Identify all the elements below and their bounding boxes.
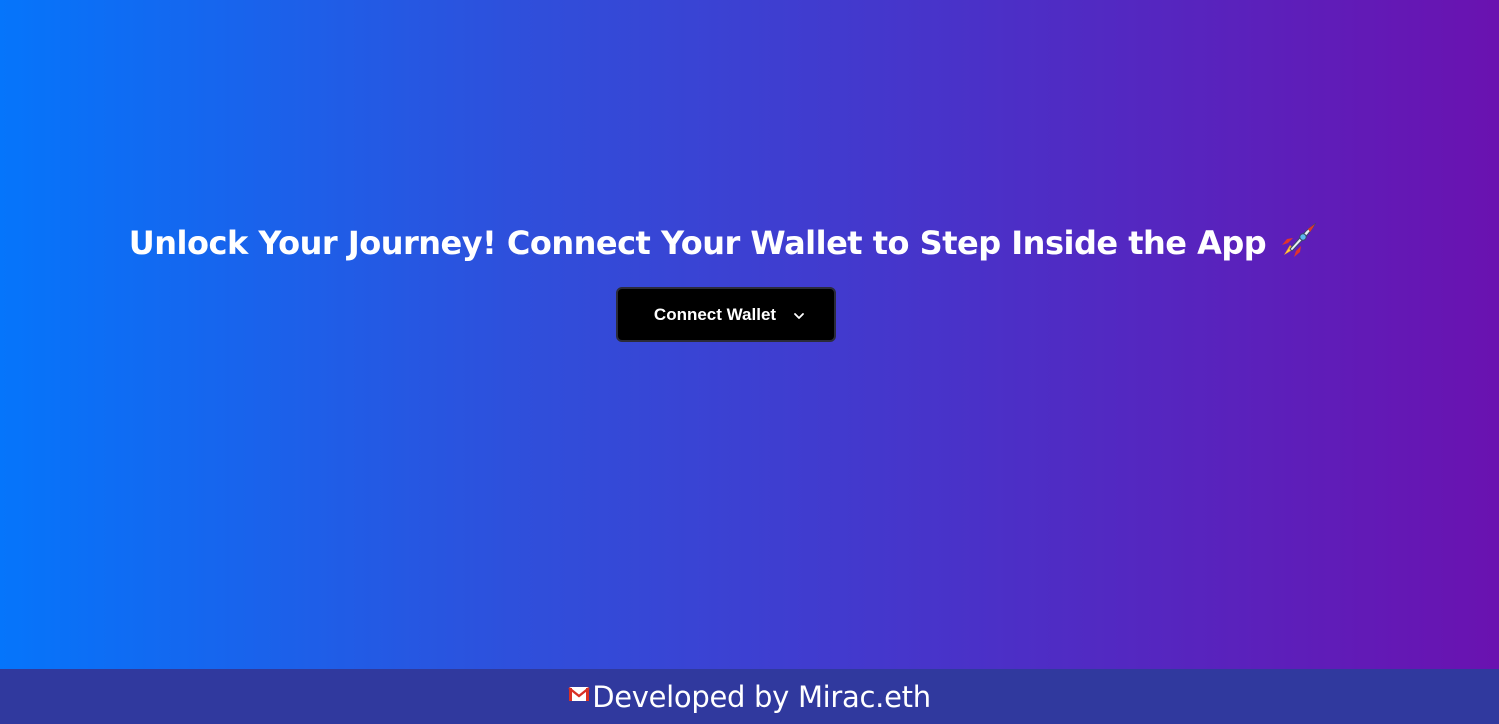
footer: Developed by Mirac.eth (0, 669, 1499, 724)
chevron-down-icon (792, 308, 806, 322)
connect-wallet-button[interactable]: Connect Wallet (616, 287, 836, 342)
mail-icon[interactable] (568, 685, 590, 703)
app-background: Unlock Your Journey! Connect Your Wallet… (0, 0, 1499, 724)
connect-wallet-label: Connect Wallet (653, 304, 777, 324)
hero-headline-text: Unlock Your Journey! Connect Your Wallet… (128, 224, 1267, 262)
rocket-icon (1276, 219, 1320, 263)
hero-headline: Unlock Your Journey! Connect Your Wallet… (0, 217, 1449, 269)
developer-credit: Developed by Mirac.eth (592, 679, 931, 714)
